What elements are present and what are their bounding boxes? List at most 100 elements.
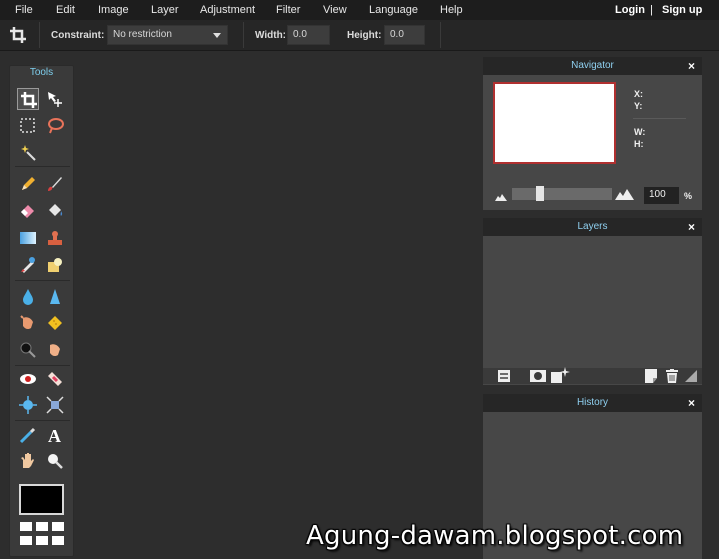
gradient-tool[interactable] — [17, 227, 39, 249]
new-layer-icon[interactable] — [645, 369, 657, 386]
navigator-title-text: Navigator — [571, 60, 614, 71]
color-replace-tool[interactable] — [17, 254, 39, 276]
crop-icon — [9, 26, 27, 47]
foreground-color-swatch[interactable] — [19, 484, 64, 515]
history-title: History × — [483, 394, 702, 412]
menu-file[interactable]: File — [15, 4, 33, 16]
x-label: X: — [634, 89, 643, 99]
brush-tool[interactable] — [44, 173, 66, 195]
layer-mask-icon[interactable] — [530, 369, 546, 386]
zoom-tool[interactable] — [44, 450, 66, 472]
hand-tool[interactable] — [17, 450, 39, 472]
constraint-value: No restriction — [113, 29, 172, 40]
bloat-icon — [19, 396, 37, 414]
eraser-icon — [21, 205, 34, 218]
zoom-in-icon[interactable] — [615, 189, 634, 203]
pencil-tool[interactable] — [17, 173, 39, 195]
y-label: Y: — [634, 101, 643, 111]
navigator-panel: Navigator × X: Y: W: H: 100 % — [483, 57, 702, 210]
close-icon[interactable]: × — [688, 220, 695, 234]
dodge-tool[interactable] — [44, 339, 66, 361]
lasso-icon — [48, 118, 64, 134]
menu-view[interactable]: View — [323, 4, 347, 16]
paint-bucket-tool[interactable] — [44, 200, 66, 222]
gradient-icon — [20, 232, 36, 244]
magic-wand-icon — [21, 145, 36, 161]
smudge-icon — [20, 315, 33, 330]
pencil-icon — [22, 177, 35, 190]
watermark-text: Agung-dawam.blogspot.com — [306, 521, 684, 551]
clone-stamp-tool[interactable] — [44, 227, 66, 249]
blur-tool[interactable] — [17, 286, 39, 308]
menu-language[interactable]: Language — [369, 4, 418, 16]
type-tool[interactable]: A — [44, 424, 66, 446]
red-eye-icon — [20, 374, 36, 384]
hand-icon — [21, 453, 34, 468]
signup-link[interactable]: Sign up — [662, 4, 702, 16]
zoom-slider-handle[interactable] — [536, 186, 544, 201]
h-label: H: — [634, 139, 644, 149]
blur-icon — [23, 289, 33, 305]
menu-help[interactable]: Help — [440, 4, 463, 16]
layers-panel: Layers × — [483, 218, 702, 385]
tool-options-bar: Constraint: No restriction Width: 0.0 He… — [0, 20, 719, 51]
eraser-tool[interactable] — [17, 200, 39, 222]
marquee-tool[interactable] — [17, 115, 39, 137]
color-picker-icon — [19, 427, 36, 444]
move-tool[interactable] — [44, 88, 66, 110]
height-input[interactable]: 0.0 — [384, 25, 425, 45]
navigator-preview[interactable] — [493, 82, 616, 164]
chevron-down-icon — [213, 33, 221, 38]
zoom-input[interactable]: 100 — [644, 187, 679, 204]
width-input[interactable]: 0.0 — [287, 25, 330, 45]
constraint-label: Constraint: — [51, 30, 105, 41]
menu-edit[interactable]: Edit — [56, 4, 75, 16]
layers-toolbar — [483, 367, 702, 386]
constraint-select[interactable]: No restriction — [107, 25, 228, 45]
history-title-text: History — [576, 397, 609, 408]
trash-icon[interactable] — [666, 369, 678, 386]
red-eye-tool[interactable] — [17, 368, 39, 390]
drawing-icon — [48, 258, 62, 272]
menu-filter[interactable]: Filter — [276, 4, 300, 16]
sponge-tool[interactable] — [44, 312, 66, 334]
bloat-tool[interactable] — [17, 394, 39, 416]
zoom-out-icon[interactable] — [495, 192, 507, 204]
login-link[interactable]: Login — [615, 4, 645, 16]
resize-icon[interactable] — [685, 370, 697, 385]
crop-tool[interactable] — [17, 88, 39, 110]
layer-styles-icon[interactable] — [551, 367, 571, 386]
magic-wand-tool[interactable] — [17, 141, 39, 163]
layers-title: Layers × — [483, 218, 702, 236]
drawing-tool[interactable] — [44, 254, 66, 276]
menu-adjustment[interactable]: Adjustment — [200, 4, 255, 16]
layers-title-text: Layers — [577, 221, 608, 232]
burn-icon — [20, 342, 36, 358]
move-icon — [48, 92, 62, 107]
layer-settings-icon[interactable] — [497, 369, 511, 386]
color-replace-icon — [21, 257, 35, 273]
crop-icon — [21, 92, 37, 108]
menu-layer[interactable]: Layer — [151, 4, 179, 16]
navigator-title: Navigator × — [483, 57, 702, 75]
tools-panel: Tools A — [9, 65, 74, 557]
spot-heal-tool[interactable] — [44, 368, 66, 390]
smudge-tool[interactable] — [17, 312, 39, 334]
zoom-unit: % — [684, 191, 693, 201]
close-icon[interactable]: × — [688, 59, 695, 73]
sharpen-tool[interactable] — [44, 286, 66, 308]
close-icon[interactable]: × — [688, 396, 695, 410]
paint-bucket-icon — [49, 204, 63, 216]
lasso-tool[interactable] — [44, 115, 66, 137]
zoom-slider-track[interactable] — [512, 188, 612, 200]
brush-icon — [48, 177, 62, 191]
burn-tool[interactable] — [17, 339, 39, 361]
divider — [633, 118, 686, 119]
sponge-icon — [48, 316, 62, 330]
sharpen-icon — [50, 289, 60, 304]
tools-title: Tools — [29, 67, 54, 78]
color-picker-tool[interactable] — [17, 424, 39, 446]
pinch-tool[interactable] — [44, 394, 66, 416]
menu-image[interactable]: Image — [98, 4, 129, 16]
grid-icon[interactable] — [19, 521, 66, 549]
